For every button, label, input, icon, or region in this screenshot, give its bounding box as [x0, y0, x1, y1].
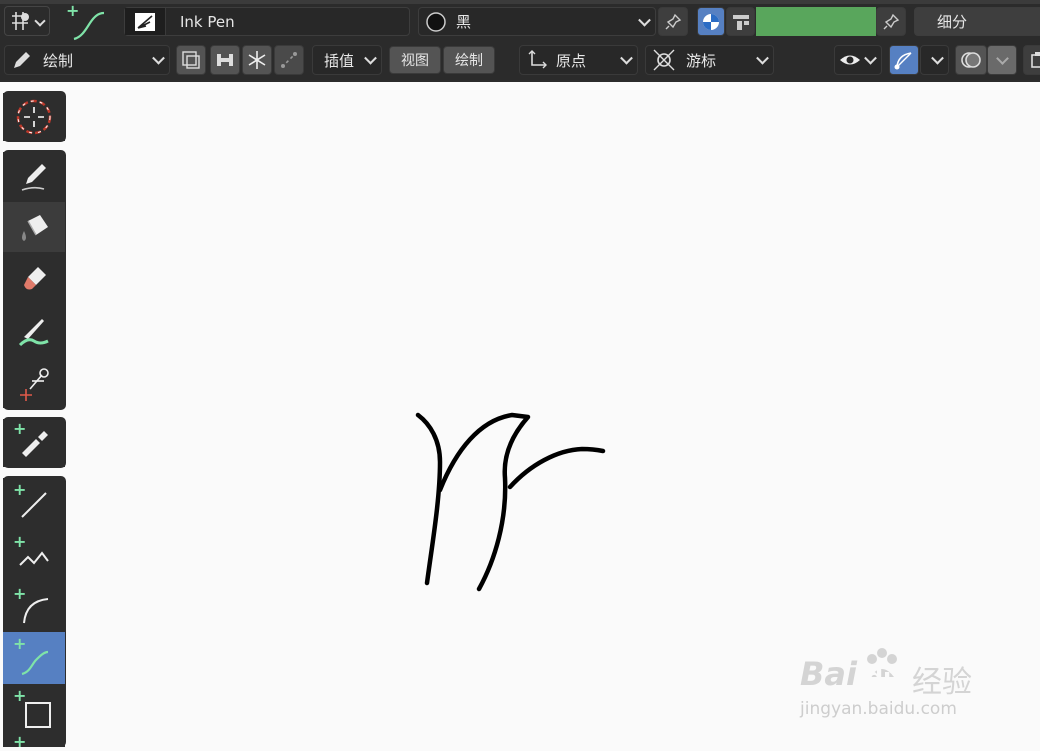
polyline-tool[interactable]: +: [3, 530, 65, 580]
brush-icon: [125, 8, 166, 35]
dashed-stroke-icon: [281, 52, 297, 68]
cursor-selector[interactable]: 游标: [645, 45, 774, 75]
pin-icon: [883, 13, 900, 29]
material-sphere-icon: [703, 13, 719, 30]
origin-selector[interactable]: 原点: [519, 45, 638, 75]
material-name: 黑: [456, 13, 472, 31]
cursor-label: 游标: [686, 51, 717, 70]
cutter-icon: [20, 368, 49, 401]
automerge-button[interactable]: [274, 45, 304, 75]
pin-icon: [665, 13, 682, 29]
brush-selector[interactable]: Ink Pen: [124, 7, 410, 36]
subdivide-label: 细分: [937, 13, 968, 31]
editor-type-button[interactable]: [4, 6, 50, 36]
subdivide-button[interactable]: 细分: [914, 7, 1040, 36]
visibility-dropdown[interactable]: [834, 45, 882, 75]
interpolate-menu[interactable]: 插值: [312, 45, 382, 75]
watermark-cn: 经验: [912, 665, 972, 700]
watermark-brand-2: du: [866, 663, 901, 691]
xray-icon: [1031, 52, 1040, 68]
watermark-brand: Bai: [800, 655, 857, 693]
curve-tool-active-icon: +: [64, 3, 108, 41]
cursor-target-icon: [653, 49, 675, 71]
draw-menu[interactable]: 绘制: [443, 46, 495, 74]
eye-icon: [840, 55, 860, 65]
gizmo-icon: [894, 52, 912, 70]
draw-tool[interactable]: [3, 152, 65, 200]
color-mode-material-button[interactable]: [697, 7, 725, 36]
tint-icon: [18, 319, 49, 347]
pin-vertex-button[interactable]: [876, 7, 906, 36]
material-selector[interactable]: 黑: [418, 7, 656, 36]
fill-icon: [22, 215, 48, 241]
mode-selector[interactable]: 绘制: [4, 45, 170, 75]
overlay-dropdown[interactable]: [987, 45, 1017, 75]
curve-tool[interactable]: +: [3, 632, 65, 684]
lock-frame-icon: [217, 54, 233, 66]
freeze-button[interactable]: [242, 45, 272, 75]
stroke-3: [507, 446, 606, 490]
cursor-icon: [16, 99, 52, 135]
circle-tool[interactable]: +: [3, 734, 65, 750]
draw-label: 绘制: [455, 53, 483, 69]
tint-tool[interactable]: [3, 306, 65, 356]
multiframe-icon: [182, 51, 200, 69]
xray-toggle[interactable]: [1023, 45, 1040, 75]
view-menu[interactable]: 视图: [389, 46, 441, 74]
vertex-color-icon: [732, 14, 749, 30]
erase-icon: [24, 267, 46, 290]
vertex-color-swatch[interactable]: [756, 7, 876, 36]
origin-axis-icon: [528, 50, 547, 69]
cutter-tool[interactable]: [3, 358, 65, 408]
gizmo-dropdown[interactable]: [920, 45, 949, 75]
lock-layers-button[interactable]: [210, 45, 240, 75]
mode-label: 绘制: [43, 51, 74, 70]
interp-label: 插值: [324, 51, 355, 70]
snowflake-icon: [248, 51, 266, 69]
multiframe-button[interactable]: [176, 45, 206, 75]
pencil-icon: [14, 52, 30, 68]
eyedropper-tool[interactable]: +: [3, 419, 65, 467]
origin-label: 原点: [556, 51, 587, 70]
arc-tool[interactable]: +: [3, 582, 65, 632]
pin-material-button[interactable]: [658, 7, 688, 36]
erase-tool[interactable]: [3, 254, 65, 304]
grease-pencil-icon: [12, 12, 29, 30]
line-tool[interactable]: +: [3, 478, 65, 528]
baidu-watermark: Bai du 经验 jingyan.baidu.com: [800, 648, 1000, 725]
overlay-icon: [961, 52, 981, 68]
cursor-tool[interactable]: [3, 93, 65, 141]
stroke-2: [437, 412, 531, 592]
color-mode-vertex-button[interactable]: [726, 7, 755, 36]
box-tool[interactable]: +: [3, 686, 65, 736]
stroke-1: [415, 412, 443, 586]
material-icon: [426, 11, 446, 32]
fill-tool[interactable]: [3, 202, 65, 252]
draw-icon: [21, 164, 46, 191]
overlay-toggle[interactable]: [955, 45, 987, 75]
brush-name: Ink Pen: [180, 12, 235, 31]
view-label: 视图: [401, 53, 429, 69]
gizmo-toggle[interactable]: [889, 45, 919, 75]
watermark-url: jingyan.baidu.com: [800, 699, 957, 719]
